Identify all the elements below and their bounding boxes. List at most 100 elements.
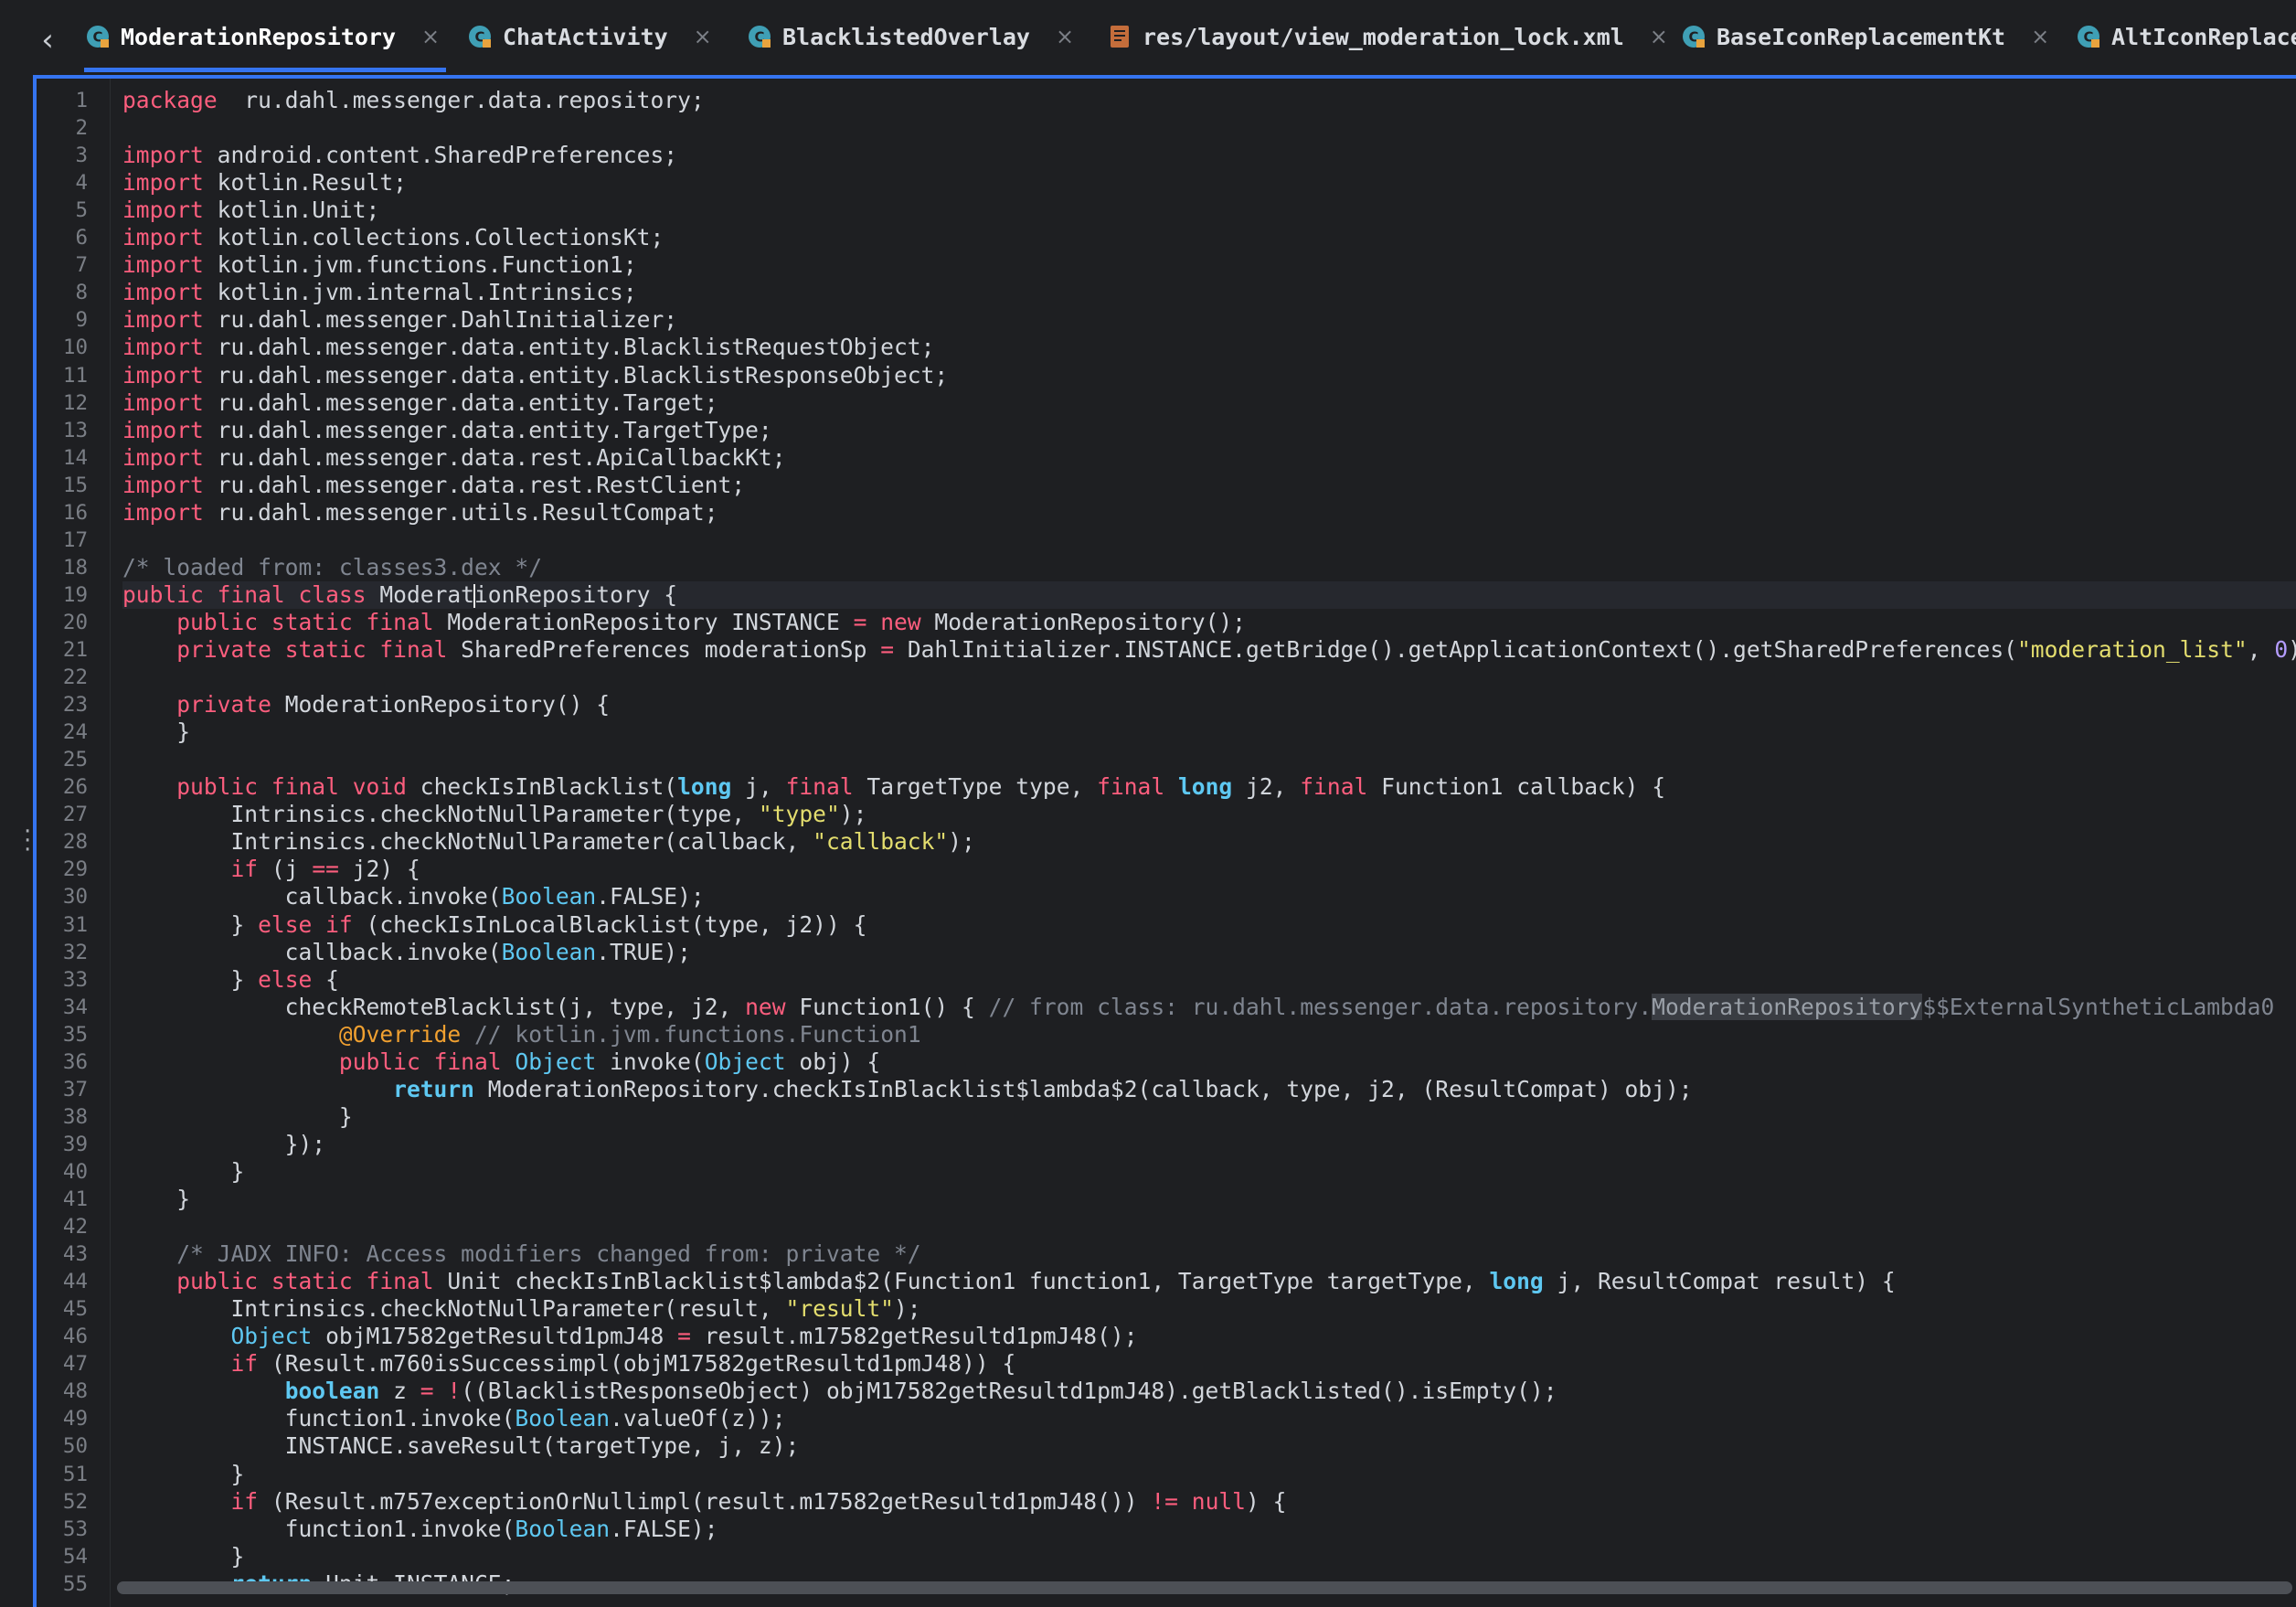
code-token: } <box>122 1102 353 1130</box>
code-line[interactable]: public static final ModerationRepository… <box>122 609 2296 636</box>
code-line[interactable]: } <box>122 1186 2296 1213</box>
code-line[interactable]: import kotlin.Result; <box>122 169 2296 197</box>
line-number: 33 <box>62 967 88 992</box>
code-line[interactable]: if (Result.m760isSuccessimpl(objM17582ge… <box>122 1350 2296 1378</box>
code-line[interactable]: public final Object invoke(Object obj) { <box>122 1048 2296 1076</box>
code-token: ); <box>894 1295 921 1323</box>
code-line[interactable]: import ru.dahl.messenger.data.entity.Bla… <box>122 334 2296 361</box>
code-line[interactable]: /* loaded from: classes3.dex */ <box>122 554 2296 581</box>
code-line[interactable]: import ru.dahl.messenger.data.rest.RestC… <box>122 472 2296 499</box>
code-line[interactable] <box>122 1213 2296 1240</box>
code-line[interactable]: function1.invoke(Boolean.FALSE); <box>122 1516 2296 1543</box>
code-line[interactable]: Object objM17582getResultd1pmJ48 = resul… <box>122 1323 2296 1350</box>
line-number: 39 <box>62 1132 88 1156</box>
code-token: Boolean <box>501 938 597 965</box>
close-icon[interactable]: × <box>1056 24 1074 49</box>
code-line[interactable]: }); <box>122 1131 2296 1158</box>
code-line[interactable]: import android.content.SharedPreferences… <box>122 142 2296 169</box>
code-token: android.content.SharedPreferences; <box>203 142 678 169</box>
code-token: objM17582getResultd1pmJ48 <box>312 1323 678 1350</box>
line-number: 2 <box>75 116 88 141</box>
line-number: 53 <box>62 1517 88 1541</box>
tab-baseiconreplacementkt[interactable]: C BaseIconReplacementKt × <box>1680 0 2049 73</box>
drag-handle-icon[interactable]: · · · <box>24 820 31 862</box>
code-token: ru.dahl.messenger.DahlInitializer; <box>203 306 678 334</box>
code-line[interactable]: Intrinsics.checkNotNullParameter(callbac… <box>122 828 2296 856</box>
line-number: 47 <box>62 1352 88 1377</box>
code-line[interactable]: import kotlin.jvm.functions.Function1; <box>122 251 2296 279</box>
code-token: j2) { <box>338 856 420 883</box>
code-line[interactable]: } <box>122 1461 2296 1488</box>
back-chevron-icon[interactable]: ‹ <box>27 20 68 60</box>
close-icon[interactable]: × <box>2031 24 2049 49</box>
code-line[interactable]: package ru.dahl.messenger.data.repositor… <box>122 87 2296 114</box>
kotlin-class-icon: C <box>84 23 112 50</box>
kotlin-class-icon: C <box>1680 23 1707 50</box>
code-token: import <box>122 361 204 388</box>
code-token: ru.dahl.messenger.data.entity.BlacklistR… <box>203 334 935 361</box>
code-line[interactable]: import ru.dahl.messenger.DahlInitializer… <box>122 306 2296 334</box>
code-line[interactable]: private static final SharedPreferences m… <box>122 636 2296 664</box>
code-token: ((BlacklistResponseObject) objM17582getR… <box>461 1378 1557 1405</box>
code-line[interactable] <box>122 746 2296 773</box>
code-line[interactable]: import ru.dahl.messenger.data.entity.Bla… <box>122 362 2296 389</box>
code-token: (Result.m760isSuccessimpl(objM17582getRe… <box>258 1350 1016 1378</box>
code-token: import <box>122 142 204 169</box>
close-icon[interactable]: × <box>421 24 440 49</box>
code-line[interactable]: } else if (checkIsInLocalBlacklist(type,… <box>122 911 2296 939</box>
line-number: 37 <box>62 1077 88 1101</box>
tab-chatactivity[interactable]: C ChatActivity × <box>466 0 712 73</box>
code-line[interactable]: callback.invoke(Boolean.FALSE); <box>122 883 2296 910</box>
code-area[interactable]: package ru.dahl.messenger.data.repositor… <box>122 79 2296 1607</box>
code-line[interactable]: function1.invoke(Boolean.valueOf(z)); <box>122 1405 2296 1432</box>
line-number: 41 <box>62 1187 88 1211</box>
code-token: Intrinsics.checkNotNullParameter(result, <box>122 1295 786 1323</box>
code-line[interactable]: import kotlin.Unit; <box>122 197 2296 224</box>
code-line[interactable]: } <box>122 1103 2296 1131</box>
code-line[interactable]: return ModerationRepository.checkIsInBla… <box>122 1076 2296 1103</box>
code-line[interactable]: } <box>122 1543 2296 1570</box>
code-token: z <box>379 1378 420 1405</box>
code-line[interactable]: INSTANCE.saveResult(targetType, j, z); <box>122 1432 2296 1460</box>
code-line[interactable]: checkRemoteBlacklist(j, type, j2, new Fu… <box>122 993 2296 1021</box>
code-token: } <box>122 965 259 993</box>
code-line[interactable]: Intrinsics.checkNotNullParameter(result,… <box>122 1295 2296 1323</box>
code-line[interactable] <box>122 527 2296 554</box>
code-line[interactable] <box>122 664 2296 691</box>
code-token: .valueOf(z)); <box>610 1405 786 1432</box>
horizontal-scrollbar[interactable] <box>117 1581 2292 1594</box>
close-icon[interactable]: × <box>1650 24 1668 49</box>
code-line[interactable]: import ru.dahl.messenger.data.entity.Tar… <box>122 417 2296 444</box>
code-line[interactable]: if (Result.m757exceptionOrNullimpl(resul… <box>122 1488 2296 1516</box>
tab-res-layout-view-moderation-lock-xml[interactable]: res/layout/view_moderation_lock.xml × <box>1106 0 1668 73</box>
code-line[interactable]: public final class ModerationRepository … <box>122 580 2296 609</box>
close-icon[interactable]: × <box>694 24 712 49</box>
code-line[interactable]: public final void checkIsInBlacklist(lon… <box>122 773 2296 801</box>
code-line[interactable]: } else { <box>122 966 2296 994</box>
code-line[interactable]: public static final Unit checkIsInBlackl… <box>122 1268 2296 1295</box>
code-line[interactable]: callback.invoke(Boolean.TRUE); <box>122 939 2296 966</box>
code-line[interactable]: } <box>122 718 2296 746</box>
tab-blacklistedoverlay[interactable]: C BlacklistedOverlay × <box>746 0 1074 73</box>
code-line[interactable]: import ru.dahl.messenger.data.entity.Tar… <box>122 389 2296 417</box>
code-token: else if <box>258 910 353 938</box>
code-editor[interactable]: 1 2 3 4 5 6 7 8 9 10 11 12 13 14 15 16 17 18 19 20 21 22 23 24 2… <box>33 75 2296 1607</box>
code-line[interactable]: private ModerationRepository() { <box>122 691 2296 718</box>
code-line[interactable]: import kotlin.jvm.internal.Intrinsics; <box>122 279 2296 306</box>
code-line[interactable]: if (j == j2) { <box>122 856 2296 883</box>
code-line[interactable]: /* JADX INFO: Access modifiers changed f… <box>122 1240 2296 1268</box>
code-line[interactable]: } <box>122 1158 2296 1186</box>
tab-alticonreplace[interactable]: C AltIconReplace <box>2075 0 2296 73</box>
code-line[interactable] <box>122 114 2296 142</box>
code-token: "moderation_list" <box>2016 636 2248 663</box>
kotlin-class-icon: C <box>746 23 773 50</box>
code-token: INSTANCE.saveResult(targetType, j, z); <box>122 1432 800 1460</box>
code-line[interactable]: import ru.dahl.messenger.data.rest.ApiCa… <box>122 444 2296 472</box>
code-line[interactable]: boolean z = !((BlacklistResponseObject) … <box>122 1378 2296 1405</box>
code-line[interactable]: @Override // kotlin.jvm.functions.Functi… <box>122 1021 2296 1048</box>
code-line[interactable]: import kotlin.collections.CollectionsKt; <box>122 224 2296 251</box>
code-line[interactable]: Intrinsics.checkNotNullParameter(type, "… <box>122 801 2296 828</box>
tab-moderationrepository[interactable]: C ModerationRepository × <box>84 0 440 73</box>
code-line[interactable]: import ru.dahl.messenger.utils.ResultCom… <box>122 499 2296 527</box>
